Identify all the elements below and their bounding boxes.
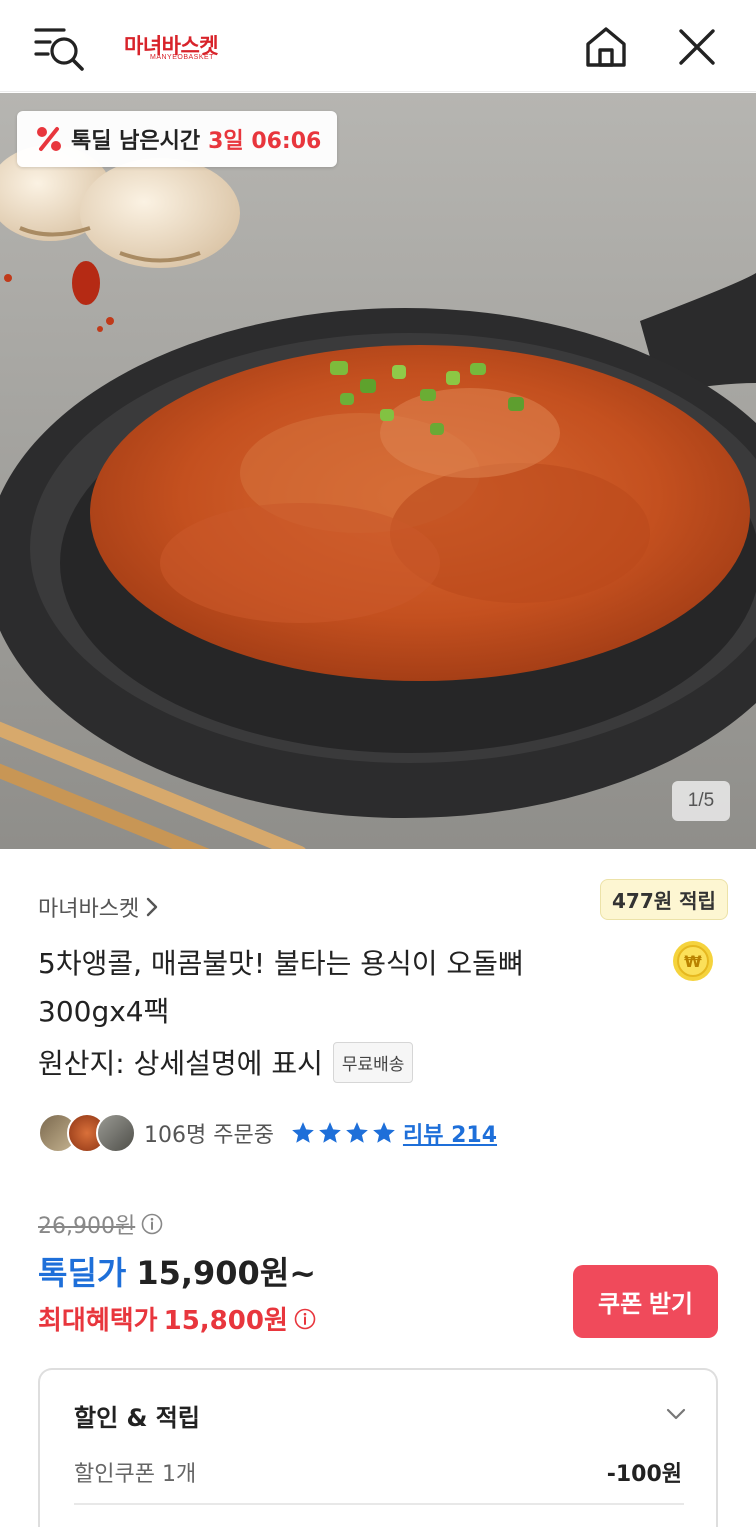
buyer-avatars: [38, 1113, 136, 1153]
original-price-row: 26,900원: [38, 1208, 163, 1240]
discount-points-panel[interactable]: 할인 & 적립 할인쿠폰 1개 -100원: [38, 1368, 718, 1527]
orders-count: 106명 주문중: [144, 1123, 274, 1148]
origin-text: 원산지: 상세설명에 표시: [38, 1047, 323, 1080]
review-link[interactable]: 리뷰 214: [403, 1117, 497, 1149]
discount-coupon-value: -100원: [606, 1462, 682, 1487]
percent-icon: [37, 127, 61, 151]
origin-line: 원산지: 상세설명에 표시 무료배송: [38, 1040, 414, 1084]
points-tag: 477원 적립: [600, 879, 728, 920]
star-icon: [346, 1122, 368, 1143]
chevron-right-icon: [147, 897, 158, 917]
original-price: 26,900원: [38, 1214, 136, 1239]
star-icon: [319, 1122, 341, 1143]
info-icon[interactable]: [294, 1308, 316, 1330]
panel-title: 할인 & 적립: [74, 1404, 200, 1432]
product-image-carousel[interactable]: [0, 93, 756, 849]
seller-link[interactable]: 마녀바스켓: [38, 891, 159, 923]
won-coin-icon[interactable]: ₩: [672, 940, 714, 982]
star-icon: [292, 1122, 314, 1143]
free-shipping-badge: 무료배송: [332, 1041, 414, 1083]
brand-subname: MANYEOBASKET: [150, 54, 214, 61]
menu-search-icon[interactable]: [34, 26, 86, 72]
info-icon[interactable]: [141, 1213, 163, 1235]
brand-logo[interactable]: 마녀바스켓 MANYEOBASKET: [124, 30, 236, 64]
top-header: 마녀바스켓 MANYEOBASKET: [0, 0, 756, 92]
rating-stars: [290, 1120, 397, 1146]
deal-timer-badge: 톡딜 남은시간 3일 06:06: [17, 111, 338, 167]
seller-name: 마녀바스켓: [38, 897, 140, 922]
avatar: [96, 1113, 136, 1153]
deal-timer-value: 3일 06:06: [208, 129, 322, 154]
discount-coupon-label: 할인쿠폰 1개: [74, 1462, 197, 1487]
deal-price-label: 톡딜가: [38, 1254, 127, 1292]
close-icon[interactable]: [676, 26, 718, 68]
max-benefit-price: 15,800원: [163, 1306, 288, 1336]
deal-price-row: 톡딜가 15,900원~: [38, 1248, 316, 1294]
get-coupon-button[interactable]: 쿠폰 받기: [573, 1265, 718, 1338]
product-title-line1: 5차앵콜, 매콤불맛! 불타는 용식이 오돌뼈: [38, 947, 524, 980]
star-icon: [373, 1122, 395, 1143]
product-title: 5차앵콜, 매콤불맛! 불타는 용식이 오돌뼈 300gx4팩: [38, 940, 598, 1036]
max-benefit-label: 최대혜택가: [38, 1306, 158, 1336]
product-photo: [0, 93, 756, 849]
image-page-indicator: 1/5: [672, 781, 730, 821]
home-icon[interactable]: [584, 24, 628, 70]
coin-symbol: ₩: [684, 952, 702, 971]
deal-price: 15,900원~: [136, 1254, 317, 1292]
deal-timer-label: 톡딜 남은시간: [71, 129, 201, 154]
social-proof-row: 106명 주문중 리뷰 214: [38, 1112, 497, 1154]
product-title-line2: 300gx4팩: [38, 995, 170, 1028]
max-benefit-row: 최대혜택가 15,800원: [38, 1300, 316, 1337]
chevron-down-icon[interactable]: [664, 1402, 688, 1426]
divider: [74, 1503, 684, 1505]
